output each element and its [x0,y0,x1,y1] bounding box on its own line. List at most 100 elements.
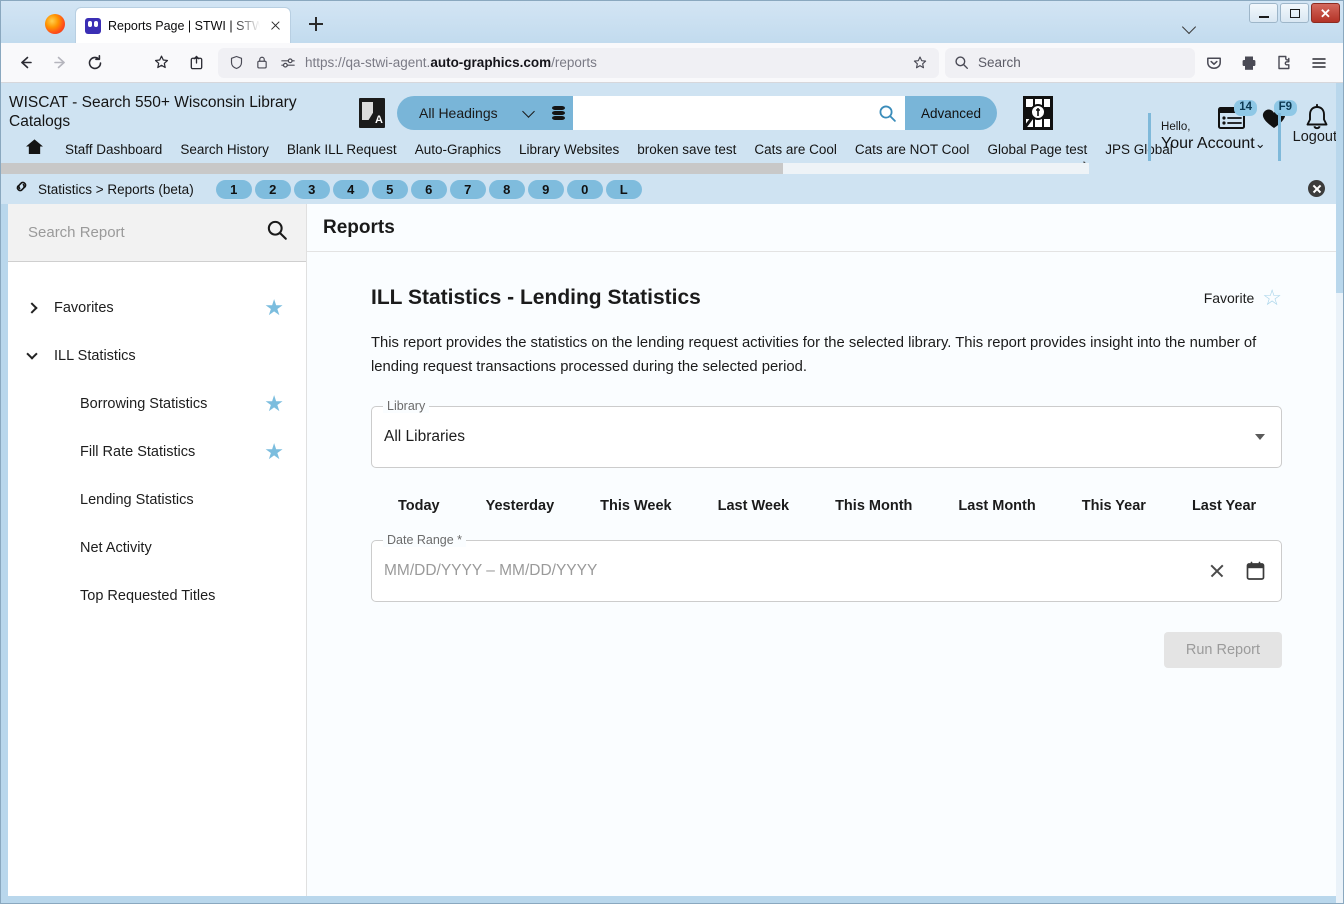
nav-item-5[interactable]: broken save test [628,142,745,157]
quick-range-last-month[interactable]: Last Month [935,498,1058,514]
advanced-search-button[interactable]: Advanced [905,96,997,130]
close-window-button[interactable]: ✕ [1311,3,1340,23]
favorite-star-icon[interactable]: ★ [264,393,284,415]
library-select[interactable]: Library All Libraries [371,398,1282,468]
quick-range-yesterday[interactable]: Yesterday [463,498,578,514]
search-icon[interactable] [877,104,899,123]
tree-item-borrowing-statistics[interactable]: Borrowing Statistics ★ [8,380,306,428]
tree-item-top-requested-titles[interactable]: Top Requested Titles [8,572,306,620]
pill-3[interactable]: 3 [293,179,330,199]
language-toggle-icon[interactable] [359,98,385,128]
pill-8[interactable]: 8 [488,179,525,199]
lock-icon [253,48,271,78]
clear-icon[interactable] [1206,560,1228,582]
extensions-icon[interactable] [1268,48,1300,78]
nav-item-1[interactable]: Search History [171,142,278,157]
database-select-icon[interactable] [545,96,573,130]
nav-item-7[interactable]: Cats are NOT Cool [846,142,979,157]
permissions-icon[interactable] [278,48,298,78]
chevron-down-icon[interactable] [26,348,54,360]
print-icon[interactable] [1233,48,1265,78]
tree-item-label: Fill Rate Statistics [80,444,196,460]
tree-item-label: Borrowing Statistics [80,396,208,412]
pill-9[interactable]: 9 [527,179,564,199]
report-description: This report provides the statistics on t… [371,335,1257,375]
app-menu-icon[interactable] [1303,48,1335,78]
breadcrumb-text: Statistics > Reports (beta) [38,181,194,197]
tree-item-ill-statistics[interactable]: ILL Statistics [8,332,306,380]
pill-6[interactable]: 6 [410,179,447,199]
browser-search-bar[interactable]: Search [945,47,1195,78]
quick-range-this-week[interactable]: This Week [577,498,694,514]
back-icon[interactable] [9,48,41,78]
browser-tab[interactable]: Reports Page | STWI | STWI | Au [75,7,291,43]
favorite-star-icon[interactable]: ★ [264,297,284,319]
pill-0[interactable]: 0 [566,179,603,199]
forward-icon[interactable] [44,48,76,78]
account-menu[interactable]: Hello, Your Account⌄ [1148,113,1266,161]
home-icon[interactable] [25,138,44,160]
minimize-button[interactable] [1249,3,1278,23]
favorite-star-icon[interactable]: ★ [264,441,284,463]
catalog-search-field[interactable] [572,96,905,130]
pill-1[interactable]: 1 [215,179,252,199]
page-scrollbar[interactable] [1336,83,1343,903]
logout-link[interactable]: Logout [1293,129,1337,145]
sidebar-search-row[interactable] [8,204,306,262]
tree-item-net-activity[interactable]: Net Activity [8,524,306,572]
quick-range-this-month[interactable]: This Month [812,498,935,514]
chevron-down-icon[interactable] [1181,18,1197,34]
catalog-search-input[interactable] [582,105,877,121]
nav-horizontal-scrollbar[interactable] [1,163,1089,174]
calendar-icon[interactable] [1246,561,1265,581]
logout-block[interactable]: Logout [1277,113,1337,161]
nav-item-4[interactable]: Library Websites [510,142,628,157]
quick-range-last-week[interactable]: Last Week [695,498,812,514]
quick-range-this-year[interactable]: This Year [1059,498,1169,514]
bookmark-star-icon[interactable] [145,48,177,78]
bookmark-page-icon[interactable] [909,48,931,78]
nav-item-6[interactable]: Cats are Cool [745,142,846,157]
new-tab-button[interactable] [301,9,331,39]
nav-item-8[interactable]: Global Page test [978,142,1096,157]
date-range-field[interactable]: Date Range * MM/DD/YYYY – MM/DD/YYYY [371,532,1282,602]
tree-item-lending-statistics[interactable]: Lending Statistics [8,476,306,524]
pill-7[interactable]: 7 [449,179,486,199]
url-bar[interactable]: https://qa-stwi-agent.auto-graphics.com/… [218,47,939,78]
close-icon[interactable] [267,17,284,34]
share-page-icon[interactable] [180,48,212,78]
chevron-down-icon[interactable] [1255,433,1265,440]
search-icon[interactable] [266,219,288,246]
pill-l[interactable]: L [605,179,642,199]
browser-window: Reports Page | STWI | STWI | Au ✕ [0,0,1344,904]
nav-scrollbar-thumb[interactable] [1,163,783,174]
pill-2[interactable]: 2 [254,179,291,199]
reload-icon[interactable] [79,48,111,78]
shield-icon [226,48,246,78]
search-report-input[interactable] [28,224,266,241]
nav-item-0[interactable]: Staff Dashboard [56,142,171,157]
save-to-pocket-icon[interactable] [1198,48,1230,78]
page-scrollbar-thumb[interactable] [1336,83,1343,293]
nav-item-3[interactable]: Auto-Graphics [406,142,510,157]
run-report-button[interactable]: Run Report [1163,631,1282,668]
z-search-icon[interactable] [1017,93,1059,133]
nav-item-2[interactable]: Blank ILL Request [278,142,406,157]
favorite-toggle[interactable]: Favorite ☆ [1204,287,1282,309]
close-icon[interactable] [1308,180,1325,197]
tree-item-favorites[interactable]: Favorites ★ [8,284,306,332]
pill-4[interactable]: 4 [332,179,369,199]
favorite-star-outline-icon[interactable]: ☆ [1262,287,1282,309]
tree-item-label: ILL Statistics [54,348,136,364]
maximize-button[interactable] [1280,3,1309,23]
chevron-right-icon[interactable] [26,302,54,314]
pill-5[interactable]: 5 [371,179,408,199]
breadcrumb-bar: Statistics > Reports (beta) 1 2 3 4 5 6 … [1,174,1343,204]
quick-range-today[interactable]: Today [375,498,463,514]
quick-range-last-year[interactable]: Last Year [1169,498,1279,514]
tree-item-fill-rate-statistics[interactable]: Fill Rate Statistics ★ [8,428,306,476]
account-name[interactable]: Your Account⌄ [1161,134,1266,153]
firefox-logo-icon [45,14,65,34]
search-scope-select[interactable]: All Headings [397,96,545,130]
hello-label: Hello, [1161,121,1191,134]
